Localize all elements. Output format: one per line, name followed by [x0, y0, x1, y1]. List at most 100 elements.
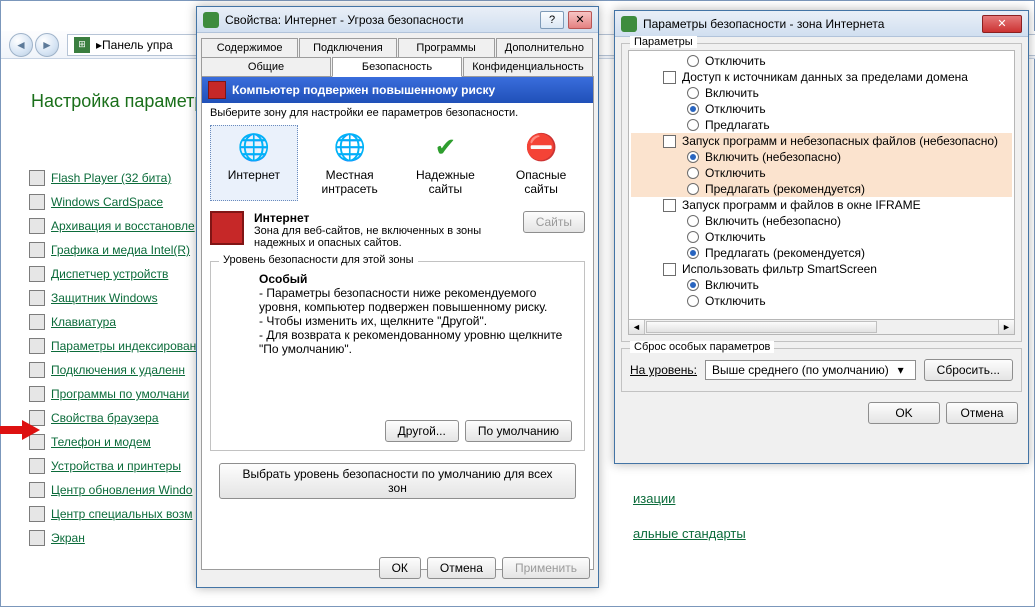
control-panel-item[interactable]: Диспетчер устройств	[29, 262, 204, 286]
reset-level-combo[interactable]: Выше среднего (по умолчанию) ▾	[705, 360, 916, 380]
scroll-right-button[interactable]: ►	[998, 320, 1014, 334]
tab[interactable]: Программы	[398, 38, 495, 57]
default-level-button[interactable]: По умолчанию	[465, 420, 572, 442]
dialog-titlebar[interactable]: Параметры безопасности - зона Интернета …	[615, 11, 1028, 37]
group-label: Сброс особых параметров	[630, 341, 774, 353]
dialog-titlebar[interactable]: Свойства: Интернет - Угроза безопасности…	[197, 7, 598, 33]
tab[interactable]: Дополнительно	[496, 38, 593, 57]
item-label: Центр обновления Windo	[51, 483, 192, 497]
setting-node[interactable]: Доступ к источникам данных за пределами …	[631, 69, 1012, 85]
item-icon	[29, 530, 45, 546]
reset-button[interactable]: Сбросить...	[924, 359, 1013, 381]
group-label: Уровень безопасности для этой зоны	[219, 254, 418, 266]
option-node[interactable]: Отключить	[631, 293, 1012, 309]
zone-item[interactable]: 🌐Интернет	[210, 125, 298, 201]
option-node[interactable]: Отключить	[631, 101, 1012, 117]
dialog-title: Свойства: Интернет - Угроза безопасности	[225, 13, 540, 27]
internet-zone-icon	[621, 16, 637, 32]
item-icon	[29, 482, 45, 498]
zone-instruction: Выберите зону для настройки ее параметро…	[202, 103, 593, 123]
nav-forward-button[interactable]: ►	[35, 33, 59, 57]
option-node[interactable]: Включить (небезопасно)	[631, 213, 1012, 229]
option-node[interactable]: Отключить	[631, 229, 1012, 245]
item-label: Flash Player (32 бита)	[51, 171, 171, 185]
cancel-button[interactable]: Отмена	[946, 402, 1018, 424]
zone-item[interactable]: ✔Надежные сайты	[401, 125, 489, 201]
control-panel-item[interactable]: Параметры индексирован	[29, 334, 204, 358]
control-panel-item[interactable]: Защитник Windows	[29, 286, 204, 310]
option-node[interactable]: Отключить	[631, 165, 1012, 181]
risk-warning-banner: Компьютер подвержен повышенному риску	[202, 77, 593, 103]
option-node[interactable]: Предлагать (рекомендуется)	[631, 181, 1012, 197]
control-panel-item[interactable]: Центр специальных возм	[29, 502, 204, 526]
control-panel-item[interactable]: Центр обновления Windo	[29, 478, 204, 502]
help-button[interactable]: ?	[540, 11, 564, 29]
sites-button[interactable]: Сайты	[523, 211, 585, 233]
item-icon	[29, 506, 45, 522]
setting-node[interactable]: Запуск программ и файлов в окне IFRAME	[631, 197, 1012, 213]
tab[interactable]: Безопасность	[332, 57, 462, 77]
horizontal-scrollbar[interactable]: ◄ ►	[628, 319, 1015, 335]
nav-back-button[interactable]: ◄	[9, 33, 33, 57]
tab[interactable]: Конфиденциальность	[463, 57, 593, 77]
fragment-text: изации	[633, 491, 675, 506]
item-label: Графика и медиа Intel(R)	[51, 243, 190, 257]
control-panel-icon: ⊞	[74, 37, 90, 53]
option-node[interactable]: Отключить	[631, 53, 1012, 69]
apply-button[interactable]: Применить	[502, 557, 590, 579]
globe-monitor-icon: 🌐	[333, 130, 367, 164]
zone-item[interactable]: ⛔Опасные сайты	[497, 125, 585, 201]
control-panel-item[interactable]: Программы по умолчани	[29, 382, 204, 406]
internet-properties-dialog: Свойства: Интернет - Угроза безопасности…	[196, 6, 599, 588]
security-level-name: Особый	[259, 272, 307, 286]
ok-button[interactable]: OK	[868, 402, 940, 424]
option-node[interactable]: Включить (небезопасно)	[631, 149, 1012, 165]
radio-icon	[687, 151, 699, 163]
zone-description: Интернет Зона для веб-сайтов, не включен…	[202, 209, 593, 255]
scroll-left-button[interactable]: ◄	[629, 320, 645, 334]
node-label: Доступ к источникам данных за пределами …	[682, 70, 968, 84]
control-panel-item[interactable]: Архивация и восстановле	[29, 214, 204, 238]
cancel-button[interactable]: Отмена	[427, 557, 496, 579]
ok-button[interactable]: ОК	[379, 557, 421, 579]
tab-pane-security: Компьютер подвержен повышенному риску Вы…	[201, 76, 594, 570]
option-node[interactable]: Включить	[631, 277, 1012, 293]
option-node[interactable]: Предлагать (рекомендуется)	[631, 245, 1012, 261]
control-panel-item[interactable]: Графика и медиа Intel(R)	[29, 238, 204, 262]
globe-icon: 🌐	[237, 130, 271, 164]
item-icon	[29, 386, 45, 402]
tab[interactable]: Подключения	[299, 38, 396, 57]
reset-level-label: На уровень:	[630, 363, 697, 377]
control-panel-item[interactable]: Windows CardSpace	[29, 190, 204, 214]
control-panel-item[interactable]: Телефон и модем	[29, 430, 204, 454]
tab[interactable]: Содержимое	[201, 38, 298, 57]
item-label: Устройства и принтеры	[51, 459, 181, 473]
security-level-line: - Параметры безопасности ниже рекомендуе…	[259, 286, 570, 314]
item-label: Архивация и восстановле	[51, 219, 195, 233]
option-node[interactable]: Предлагать	[631, 117, 1012, 133]
page-title: Настройка параметро	[31, 91, 214, 112]
control-panel-item[interactable]: Экран	[29, 526, 204, 550]
zone-item[interactable]: 🌐Местная интрасеть	[306, 125, 394, 201]
option-node[interactable]: Включить	[631, 85, 1012, 101]
control-panel-item[interactable]: Свойства браузера	[29, 406, 204, 430]
control-panel-item[interactable]: Подключения к удаленн	[29, 358, 204, 382]
item-label: Экран	[51, 531, 85, 545]
close-button[interactable]: ✕	[982, 15, 1022, 33]
custom-level-button[interactable]: Другой...	[385, 420, 459, 442]
internet-options-icon	[203, 12, 219, 28]
reset-all-zones-button[interactable]: Выбрать уровень безопасности по умолчани…	[219, 463, 575, 499]
settings-tree[interactable]: ОтключитьДоступ к источникам данных за п…	[628, 50, 1015, 320]
control-panel-item[interactable]: Flash Player (32 бита)	[29, 166, 204, 190]
control-panel-item[interactable]: Устройства и принтеры	[29, 454, 204, 478]
close-button[interactable]: ✕	[568, 11, 592, 29]
control-panel-items: Flash Player (32 бита) Windows CardSpace А…	[29, 166, 204, 550]
setting-node[interactable]: Использовать фильтр SmartScreen	[631, 261, 1012, 277]
item-icon	[29, 194, 45, 210]
shield-icon	[210, 211, 244, 245]
node-label: Предлагать	[705, 118, 770, 132]
control-panel-item[interactable]: Клавиатура	[29, 310, 204, 334]
tab[interactable]: Общие	[201, 57, 331, 77]
scroll-thumb[interactable]	[646, 321, 877, 333]
setting-node[interactable]: Запуск программ и небезопасных файлов (н…	[631, 133, 1012, 149]
